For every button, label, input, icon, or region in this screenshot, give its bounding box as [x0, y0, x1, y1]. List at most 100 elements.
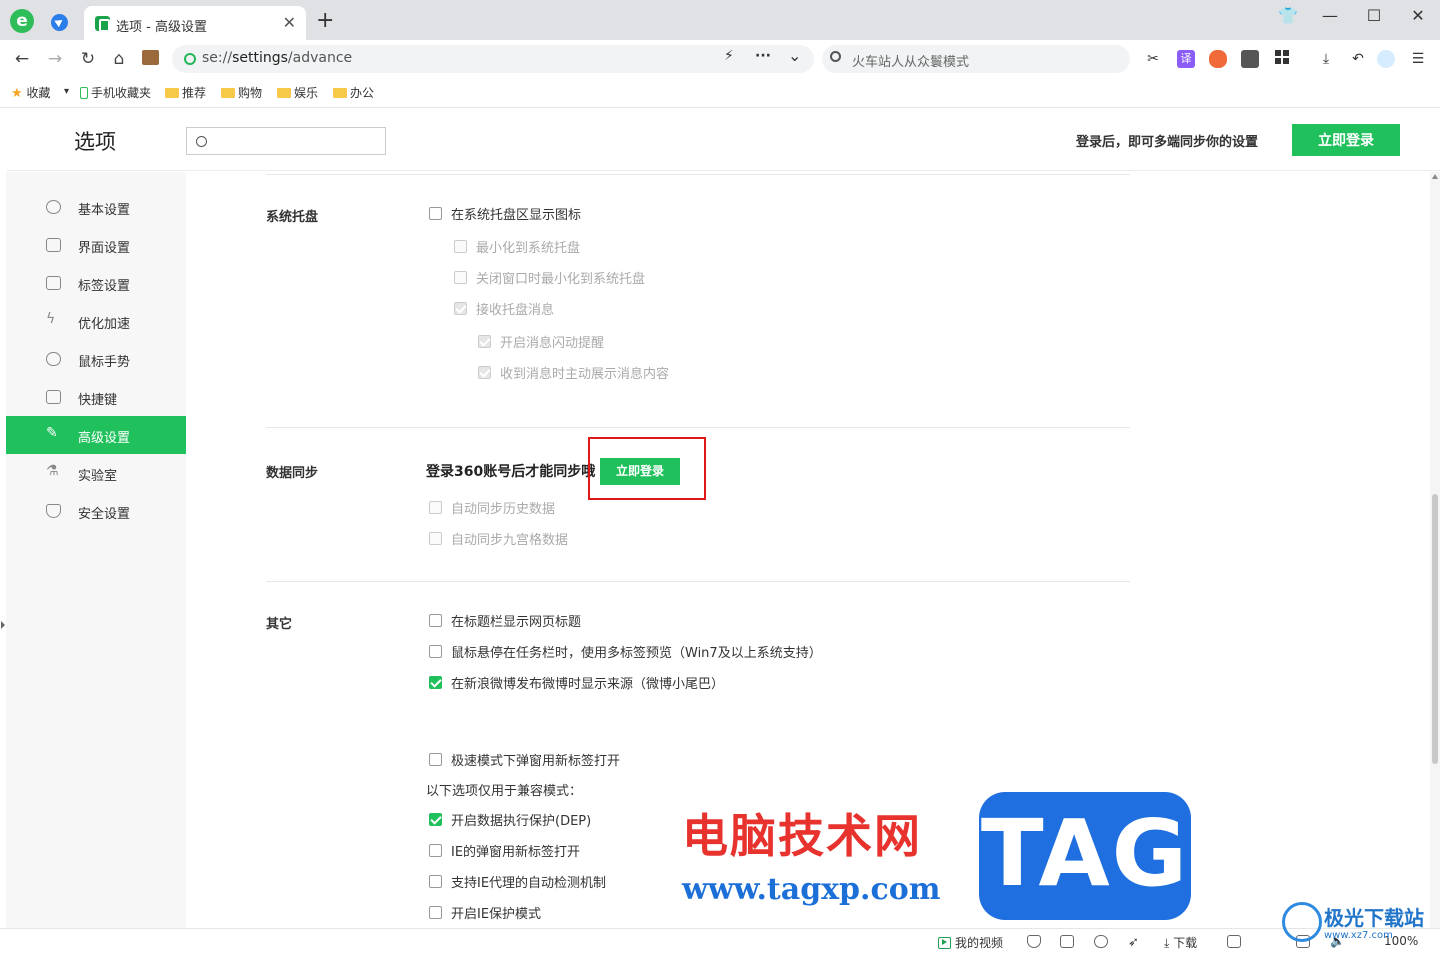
- status-bar: 我的视频 ➶ ⤓ 下载 🔈 100%: [0, 928, 1440, 954]
- heart-icon[interactable]: [1094, 935, 1108, 948]
- wallet-icon[interactable]: [142, 50, 159, 65]
- star-icon: ★: [11, 86, 23, 101]
- search-icon: [196, 136, 207, 147]
- skin-icon[interactable]: 👕: [1274, 6, 1302, 25]
- forward-button[interactable]: →: [44, 48, 66, 70]
- shield-icon[interactable]: [1027, 935, 1041, 948]
- sidebar-item-label: 实验室: [78, 469, 118, 484]
- option-label: 支持IE代理的自动检测机制: [451, 876, 607, 891]
- checkbox[interactable]: [429, 676, 442, 689]
- section-title-other: 其它: [266, 617, 293, 632]
- option-label: 开启数据执行保护(DEP): [451, 814, 592, 829]
- menu-icon[interactable]: ☰: [1409, 50, 1427, 68]
- sidebar-item-shortcuts[interactable]: 快捷键: [6, 378, 186, 416]
- option-label: 在标题栏显示网页标题: [451, 615, 582, 630]
- scissors-icon[interactable]: ✂: [1144, 50, 1162, 68]
- divider: [266, 581, 1130, 582]
- tab-close-icon[interactable]: ✕: [283, 13, 296, 32]
- checkbox[interactable]: [429, 532, 442, 545]
- download-icon: ⤓: [1164, 936, 1170, 950]
- translate-icon[interactable]: 译: [1177, 50, 1195, 68]
- wrench-icon: ✎: [46, 425, 58, 441]
- search-input[interactable]: 火车站人从众鬟模式: [822, 45, 1130, 73]
- rocket-icon[interactable]: ➶: [1128, 935, 1142, 950]
- game-icon[interactable]: [1209, 50, 1227, 68]
- checkbox[interactable]: [429, 207, 442, 220]
- option-label: 在新浪微博发布微博时显示来源（微博小尾巴）: [451, 677, 725, 692]
- highlight-annotation-box: [588, 437, 706, 500]
- watermark-logo-name: 极光下载站: [1324, 906, 1424, 930]
- sidebar-item-tabs[interactable]: 标签设置: [6, 264, 186, 302]
- bookmarks-bar: ★ 收藏 ▾ 手机收藏夹 推荐 购物 娱乐 办公: [0, 78, 1440, 108]
- bookmark-folder[interactable]: 办公: [333, 84, 374, 101]
- option-label: 关闭窗口时最小化到系统托盘: [476, 272, 646, 287]
- checkbox[interactable]: [478, 366, 491, 379]
- sidebar-item-mouse-gesture[interactable]: 鼠标手势: [6, 340, 186, 378]
- checkbox[interactable]: [454, 302, 467, 315]
- checkbox[interactable]: [429, 875, 442, 888]
- cloud-icon[interactable]: [1377, 50, 1395, 68]
- my-video-button[interactable]: 我的视频: [938, 934, 1003, 951]
- checkbox[interactable]: [429, 501, 442, 514]
- bookmark-mobile-label: 手机收藏夹: [91, 86, 152, 100]
- sidebar-item-label: 鼠标手势: [78, 355, 131, 370]
- favorites-dropdown-icon[interactable]: ▾: [64, 86, 69, 97]
- folder-icon: [221, 88, 235, 98]
- content-scrollbar[interactable]: [1430, 172, 1440, 928]
- reader-icon[interactable]: [1241, 50, 1259, 68]
- settings-search-input[interactable]: [186, 127, 386, 155]
- header-login-button[interactable]: 立即登录: [1292, 124, 1400, 156]
- send-icon[interactable]: [51, 14, 68, 31]
- new-tab-button[interactable]: +: [316, 9, 334, 33]
- sidebar-item-advanced[interactable]: ✎ 高级设置: [6, 416, 186, 454]
- image-icon[interactable]: [1060, 935, 1074, 948]
- home-button[interactable]: ⌂: [108, 48, 130, 70]
- sidebar-item-label: 快捷键: [78, 393, 118, 408]
- chevron-down-icon[interactable]: ⌄: [788, 46, 801, 65]
- minimize-button[interactable]: —: [1316, 6, 1344, 25]
- checkbox[interactable]: [454, 271, 467, 284]
- checkbox[interactable]: [429, 753, 442, 766]
- checkbox[interactable]: [429, 906, 442, 919]
- apps-grid-icon[interactable]: [1273, 50, 1291, 68]
- bookmark-folder[interactable]: 购物: [221, 84, 262, 101]
- back-button[interactable]: ←: [11, 48, 33, 70]
- sidebar-item-lab[interactable]: ⚗ 实验室: [6, 454, 186, 492]
- undo-icon[interactable]: ↶: [1349, 50, 1367, 68]
- sidebar-item-speed[interactable]: ϟ 优化加速: [6, 302, 186, 340]
- address-bar[interactable]: se://settings/advance ⚡ ··· ⌄: [172, 45, 814, 73]
- section-title-sync: 数据同步: [266, 466, 319, 481]
- maximize-button[interactable]: ☐: [1360, 6, 1388, 25]
- flash-icon[interactable]: ⚡: [724, 48, 734, 64]
- bookmark-folder[interactable]: 娱乐: [277, 84, 318, 101]
- download-icon[interactable]: ⤓: [1317, 50, 1335, 68]
- url-text[interactable]: se://settings/advance: [202, 50, 352, 66]
- phone-icon: [80, 87, 88, 99]
- checkbox[interactable]: [429, 844, 442, 857]
- more-icon[interactable]: ···: [755, 48, 771, 64]
- sidebar-item-interface[interactable]: 界面设置: [6, 226, 186, 264]
- bookmark-folder[interactable]: 推荐: [165, 84, 206, 101]
- sidebar-item-security[interactable]: 安全设置: [6, 492, 186, 530]
- scroll-up-icon[interactable]: [1432, 174, 1438, 179]
- sidebar-item-label: 安全设置: [78, 507, 131, 522]
- print-icon[interactable]: [1227, 935, 1241, 948]
- expand-arrow-icon[interactable]: [1, 621, 5, 629]
- tab-settings-advance[interactable]: 选项 - 高级设置 ✕: [84, 6, 306, 40]
- checkbox[interactable]: [429, 614, 442, 627]
- bookmark-mobile[interactable]: 手机收藏夹: [80, 84, 151, 101]
- close-window-button[interactable]: ✕: [1404, 6, 1432, 25]
- download-status-button[interactable]: ⤓ 下载: [1164, 934, 1197, 951]
- checkbox[interactable]: [454, 240, 467, 253]
- checkbox[interactable]: [478, 335, 491, 348]
- reload-button[interactable]: ↻: [77, 48, 99, 70]
- scroll-thumb[interactable]: [1432, 494, 1438, 764]
- sidebar-item-basic[interactable]: 基本设置: [6, 188, 186, 226]
- sidebar-item-label: 优化加速: [78, 317, 131, 332]
- watermark-logo-url: www.xz7.com: [1324, 930, 1393, 941]
- checkbox[interactable]: [429, 645, 442, 658]
- checkbox[interactable]: [429, 813, 442, 826]
- browser-logo-icon[interactable]: e: [10, 9, 34, 33]
- tab-title: 选项 - 高级设置: [116, 20, 207, 35]
- bookmark-favorites[interactable]: ★ 收藏: [11, 84, 51, 101]
